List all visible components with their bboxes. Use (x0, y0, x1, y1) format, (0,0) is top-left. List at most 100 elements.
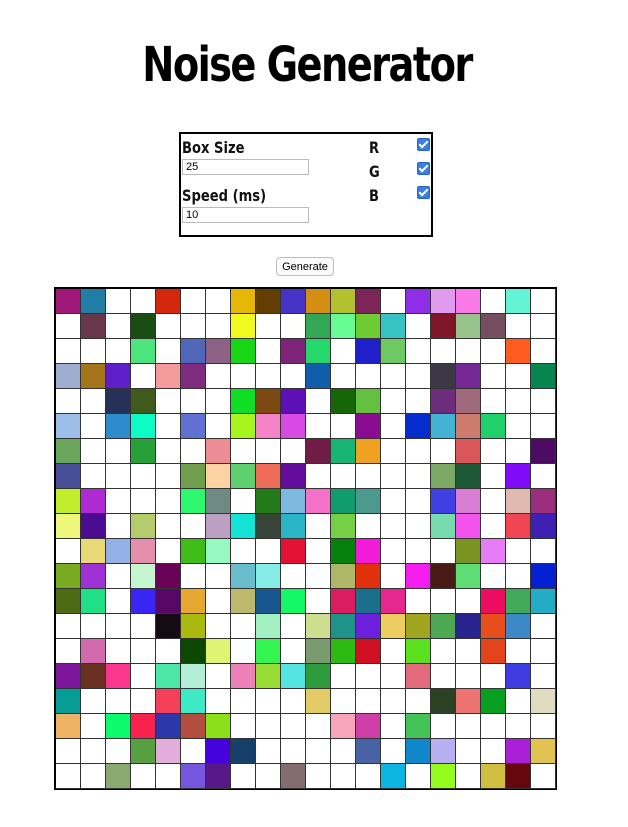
noise-cell (431, 339, 456, 364)
noise-cell (131, 689, 156, 714)
noise-cell (256, 639, 281, 664)
speed-input[interactable] (182, 207, 309, 223)
noise-cell (81, 414, 106, 439)
noise-cell (406, 339, 431, 364)
noise-cell (506, 414, 531, 439)
noise-cell (106, 714, 131, 739)
noise-cell (256, 289, 281, 314)
noise-cell (106, 514, 131, 539)
noise-cell (381, 764, 406, 789)
noise-cell (406, 664, 431, 689)
b-checkbox[interactable] (417, 186, 430, 199)
noise-cell (506, 714, 531, 739)
noise-cell (131, 489, 156, 514)
noise-cell (356, 739, 381, 764)
noise-cell (381, 464, 406, 489)
noise-cell (256, 614, 281, 639)
noise-cell (381, 689, 406, 714)
noise-cell (231, 414, 256, 439)
noise-cell (356, 564, 381, 589)
noise-cell (206, 764, 231, 789)
noise-cell (431, 714, 456, 739)
noise-cell (81, 364, 106, 389)
noise-cell (206, 364, 231, 389)
noise-cell (181, 364, 206, 389)
noise-cell (181, 639, 206, 664)
noise-cell (481, 764, 506, 789)
noise-cell (331, 689, 356, 714)
noise-cell (56, 564, 81, 589)
noise-cell (331, 639, 356, 664)
noise-cell (456, 589, 481, 614)
noise-cell (56, 464, 81, 489)
noise-cell (56, 489, 81, 514)
noise-cell (481, 489, 506, 514)
noise-cell (106, 414, 131, 439)
noise-cell (481, 339, 506, 364)
noise-cell (256, 514, 281, 539)
noise-cell (131, 464, 156, 489)
noise-cell (256, 589, 281, 614)
noise-cell (306, 339, 331, 364)
noise-cell (456, 339, 481, 364)
noise-cell (456, 739, 481, 764)
g-checkbox[interactable] (417, 162, 430, 175)
noise-cell (406, 714, 431, 739)
noise-cell (431, 389, 456, 414)
noise-cell (131, 589, 156, 614)
noise-cell (106, 339, 131, 364)
generate-button[interactable]: Generate (276, 257, 334, 276)
noise-cell (281, 689, 306, 714)
noise-cell (356, 714, 381, 739)
noise-cell (281, 364, 306, 389)
noise-cell (106, 739, 131, 764)
noise-cell (506, 689, 531, 714)
noise-cell (231, 714, 256, 739)
noise-cell (531, 689, 556, 714)
noise-cell (106, 289, 131, 314)
noise-cell (156, 414, 181, 439)
noise-cell (456, 714, 481, 739)
noise-cell (131, 364, 156, 389)
noise-cell (531, 664, 556, 689)
noise-cell (131, 414, 156, 439)
noise-cell (106, 489, 131, 514)
noise-cell (456, 514, 481, 539)
noise-cell (381, 364, 406, 389)
noise-cell (81, 564, 106, 589)
noise-cell (56, 314, 81, 339)
noise-cell (381, 564, 406, 589)
noise-cell (381, 589, 406, 614)
g-label: G (369, 162, 380, 181)
noise-cell (106, 589, 131, 614)
noise-cell (206, 589, 231, 614)
noise-cell (481, 539, 506, 564)
noise-cell (331, 539, 356, 564)
noise-cell (531, 464, 556, 489)
noise-cell (206, 714, 231, 739)
noise-cell (81, 689, 106, 714)
noise-cell (231, 589, 256, 614)
noise-cell (206, 439, 231, 464)
r-checkbox[interactable] (417, 138, 430, 151)
noise-cell (81, 389, 106, 414)
noise-cell (56, 439, 81, 464)
noise-cell (406, 614, 431, 639)
noise-cell (256, 714, 281, 739)
noise-cell (506, 314, 531, 339)
noise-cell (431, 289, 456, 314)
noise-cell (181, 414, 206, 439)
noise-cell (206, 414, 231, 439)
noise-cell (431, 364, 456, 389)
box-size-input[interactable] (182, 159, 309, 175)
noise-cell (481, 689, 506, 714)
noise-cell (431, 414, 456, 439)
noise-cell (406, 489, 431, 514)
noise-cell (381, 439, 406, 464)
noise-cell (356, 689, 381, 714)
noise-cell (131, 514, 156, 539)
noise-cell (356, 314, 381, 339)
noise-cell (456, 639, 481, 664)
noise-cell (531, 739, 556, 764)
noise-cell (331, 464, 356, 489)
